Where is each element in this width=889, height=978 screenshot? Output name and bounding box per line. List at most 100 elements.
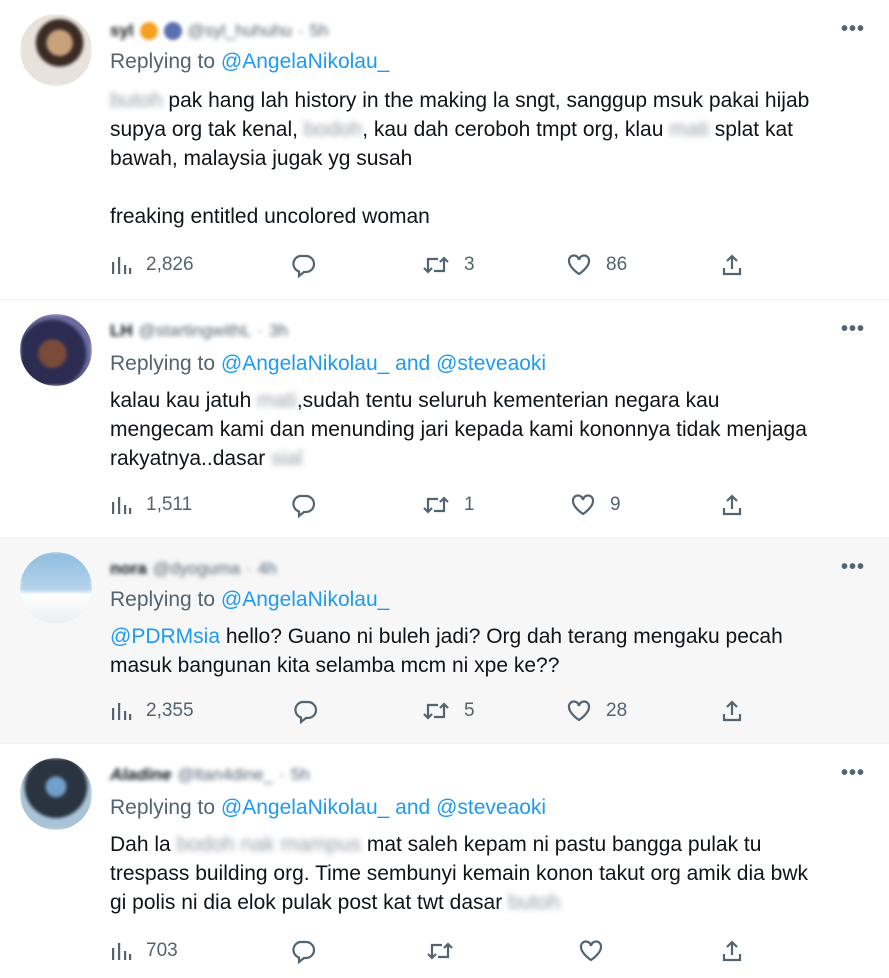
retweet-button[interactable]: 3: [422, 250, 475, 280]
user-handle[interactable]: @syl_huhuhu: [188, 21, 292, 41]
tweet[interactable]: Aladine @ltan4dine_ · 5h ••• Replying to…: [0, 744, 889, 978]
more-icon[interactable]: •••: [841, 318, 865, 341]
replying-label: Replying to: [110, 352, 216, 375]
avatar[interactable]: [20, 552, 92, 624]
censored-word: bodoh nak mampus: [176, 833, 361, 856]
user-handle[interactable]: @ltan4dine_: [177, 765, 273, 785]
like-button[interactable]: [578, 936, 618, 966]
tweet-header: Aladine @ltan4dine_ · 5h: [110, 765, 310, 785]
share-button[interactable]: [720, 936, 744, 966]
heart-icon: [578, 939, 604, 963]
tweet-text: @PDRMsia hello? Guano ni buleh jadi? Org…: [110, 625, 783, 677]
reply-button[interactable]: [292, 696, 318, 726]
views-button[interactable]: 1,511: [110, 490, 192, 520]
views-count: 2,826: [146, 254, 194, 275]
retweet-count: 3: [464, 254, 475, 275]
share-button[interactable]: [720, 696, 744, 726]
share-button[interactable]: [720, 250, 744, 280]
mention-link[interactable]: @AngelaNikolau_: [221, 588, 389, 611]
action-bar: 703: [110, 936, 859, 966]
timestamp[interactable]: 5h: [291, 765, 310, 785]
views-button[interactable]: 2,826: [110, 250, 194, 280]
reply-button[interactable]: [290, 936, 316, 966]
retweet-icon: [422, 699, 450, 723]
analytics-icon: [110, 940, 132, 962]
heart-icon: [566, 253, 592, 277]
heart-icon: [570, 493, 596, 517]
tweet[interactable]: LH @startingwithL · 3h ••• Replying to @…: [0, 300, 889, 538]
retweet-button[interactable]: 5: [422, 696, 475, 726]
timestamp[interactable]: 4h: [258, 559, 277, 579]
action-bar: 1,511 1 9: [110, 490, 859, 520]
replying-to: Replying to @AngelaNikolau_: [110, 588, 389, 612]
like-button[interactable]: 86: [566, 250, 627, 280]
tweet-text: kalau kau jatuh mati,sudah tentu seluruh…: [110, 389, 807, 470]
mention-link[interactable]: @steveaoki: [436, 796, 546, 819]
mention-link[interactable]: @AngelaNikolau_: [221, 796, 389, 819]
views-count: 1,511: [146, 494, 193, 515]
reply-icon: [292, 698, 318, 724]
like-button[interactable]: 9: [570, 490, 621, 520]
retweet-count: 1: [464, 494, 475, 515]
retweet-button[interactable]: [426, 936, 468, 966]
reply-icon: [290, 938, 316, 964]
timestamp[interactable]: 3h: [269, 321, 288, 341]
share-icon: [720, 939, 744, 963]
share-icon: [720, 699, 744, 723]
share-icon: [720, 493, 744, 517]
reply-button[interactable]: [290, 490, 316, 520]
avatar[interactable]: [20, 314, 92, 386]
share-button[interactable]: [720, 490, 744, 520]
more-icon[interactable]: •••: [841, 556, 865, 579]
display-name[interactable]: LH: [110, 321, 133, 341]
emoji-icon: [163, 22, 182, 40]
user-handle[interactable]: @startingwithL: [139, 321, 252, 341]
display-name[interactable]: syl: [110, 21, 134, 41]
tweet-header: syl @syl_huhuhu · 5h: [110, 21, 329, 41]
views-button[interactable]: 2,355: [110, 696, 194, 726]
heart-icon: [566, 699, 592, 723]
replying-to: Replying to @AngelaNikolau_ and @steveao…: [110, 796, 547, 819]
timestamp[interactable]: 5h: [310, 21, 329, 41]
reply-icon: [290, 492, 316, 518]
share-icon: [720, 253, 744, 277]
reply-button[interactable]: [290, 250, 316, 280]
tweet[interactable]: syl @syl_huhuhu · 5h ••• Replying to @An…: [0, 0, 889, 300]
censored-word: mati: [257, 389, 297, 412]
retweet-icon: [422, 253, 450, 277]
avatar[interactable]: [20, 14, 92, 86]
avatar[interactable]: [20, 758, 92, 830]
censored-word: sial: [271, 447, 303, 470]
replying-label: Replying to: [110, 588, 216, 611]
tweet[interactable]: nora @dyoguma · 4h ••• Replying to @Ange…: [0, 538, 889, 744]
censored-word: bodoh: [303, 118, 363, 141]
more-icon[interactable]: •••: [841, 762, 865, 785]
retweet-count: 5: [464, 700, 475, 721]
views-button[interactable]: 703: [110, 936, 178, 966]
display-name[interactable]: nora: [110, 559, 147, 579]
tweet-header: LH @startingwithL · 3h: [110, 321, 288, 341]
more-icon[interactable]: •••: [841, 18, 865, 41]
replying-label: Replying to: [110, 50, 216, 73]
tweet-text: Dah la bodoh nak mampus mat saleh kepam …: [110, 833, 809, 914]
mention-link[interactable]: @AngelaNikolau_: [221, 50, 389, 73]
mention-link[interactable]: @steveaoki: [436, 352, 546, 375]
replying-label: Replying to: [110, 796, 216, 819]
replying-to: Replying to @AngelaNikolau_ and @steveao…: [110, 352, 547, 375]
replying-to: Replying to @AngelaNikolau_: [110, 50, 389, 74]
views-count: 2,355: [146, 700, 194, 721]
tweet-text: butoh pak hang lah history in the making…: [110, 89, 810, 228]
mention-link[interactable]: @PDRMsia: [110, 625, 220, 648]
analytics-icon: [110, 700, 132, 722]
display-name[interactable]: Aladine: [110, 765, 171, 785]
action-bar: 2,826 3 86: [110, 250, 859, 280]
like-count: 86: [606, 254, 628, 275]
mention-link[interactable]: @AngelaNikolau_: [221, 352, 389, 375]
censored-word: mati: [669, 118, 709, 141]
like-button[interactable]: 28: [566, 696, 627, 726]
analytics-icon: [110, 254, 132, 276]
retweet-button[interactable]: 1: [422, 490, 475, 520]
action-bar: 2,355 5 28: [110, 696, 859, 726]
censored-word: butoh: [508, 891, 561, 914]
user-handle[interactable]: @dyoguma: [153, 559, 240, 579]
